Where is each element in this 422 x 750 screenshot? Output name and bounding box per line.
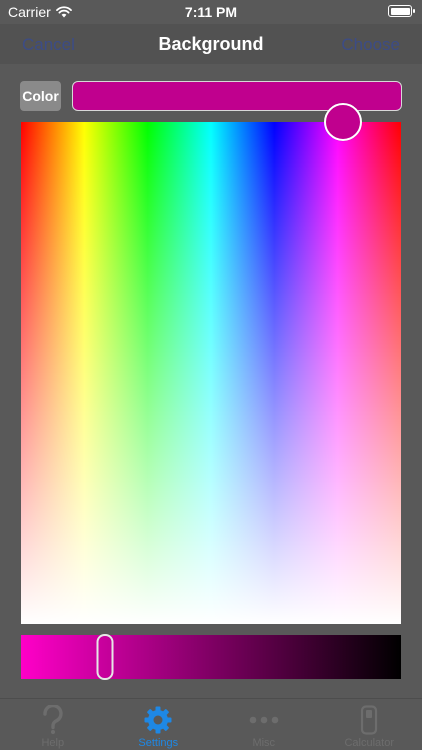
ellipsis-icon xyxy=(249,716,279,724)
calculator-icon xyxy=(361,705,378,735)
color-button[interactable]: Color xyxy=(20,81,61,111)
navigation-bar: Cancel Background Choose xyxy=(0,24,422,64)
saturation-gradient xyxy=(21,122,401,624)
tab-calculator-label: Calculator xyxy=(344,737,395,749)
gear-icon xyxy=(144,706,172,734)
color-picker-handle[interactable] xyxy=(323,103,362,141)
tab-bar: Help Settings Misc Calculator xyxy=(0,698,422,750)
hue-saturation-picker[interactable] xyxy=(21,103,401,624)
tab-settings[interactable]: Settings xyxy=(106,699,212,750)
tab-help[interactable]: Help xyxy=(0,699,106,750)
brightness-slider-thumb[interactable] xyxy=(96,634,114,680)
tab-misc-label: Misc xyxy=(252,737,276,749)
tab-calculator[interactable]: Calculator xyxy=(317,699,422,750)
battery-icon xyxy=(388,5,415,17)
brightness-slider[interactable] xyxy=(21,634,401,680)
status-bar: Carrier 7:11 PM xyxy=(0,0,422,24)
choose-button[interactable]: Choose xyxy=(341,35,400,55)
clock: 7:11 PM xyxy=(184,4,238,20)
question-mark-icon xyxy=(43,705,63,735)
tab-help-label: Help xyxy=(41,737,65,749)
tab-settings-label: Settings xyxy=(138,737,179,749)
tab-misc[interactable]: Misc xyxy=(211,699,317,750)
